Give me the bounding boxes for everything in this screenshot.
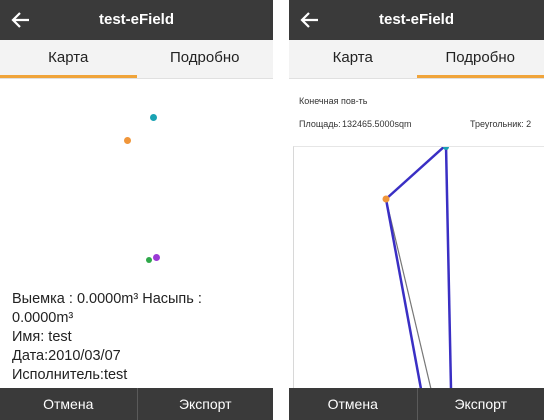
- tab-details[interactable]: Подробно: [137, 40, 274, 78]
- executor-text: Исполнитель:test: [12, 367, 128, 383]
- triangulation-svg: [382, 147, 453, 389]
- area-label: Площадь:: [299, 119, 341, 129]
- tab-map[interactable]: Карта: [0, 40, 137, 78]
- export-button[interactable]: Экспорт: [136, 388, 274, 420]
- page-title: test-eField: [98, 11, 174, 28]
- edge-right: [444, 147, 453, 389]
- triangle-label: Треугольник: 2: [470, 119, 532, 129]
- volume-text: Выемка : 0.0000m³ Насыпь : 0.0000m³: [12, 291, 202, 326]
- map-point-1: [150, 114, 157, 121]
- cancel-button[interactable]: Отмена: [0, 388, 137, 420]
- edge-gray: [385, 198, 432, 389]
- tab-map[interactable]: Карта: [289, 40, 417, 78]
- area-value: 132465.5000sqm: [342, 119, 412, 129]
- edge-left: [384, 198, 423, 389]
- tab-bar: Карта Подробно: [289, 40, 544, 79]
- export-button[interactable]: Экспорт: [416, 388, 544, 420]
- page-title: test-eField: [378, 11, 454, 28]
- left-screen: test-eField Карта Подробно Выемка : 0.00…: [0, 0, 273, 420]
- vertex-orange: [382, 195, 390, 203]
- app-bar: test-eField: [0, 0, 273, 40]
- field-info: Выемка : 0.0000m³ Насыпь : 0.0000m³ Имя:…: [12, 290, 265, 385]
- tab-bar: Карта Подробно: [0, 40, 273, 79]
- triangulation-map[interactable]: [293, 146, 544, 389]
- right-screen: test-eField Карта Подробно Конечная пов-…: [289, 0, 544, 420]
- cancel-button[interactable]: Отмена: [289, 388, 417, 420]
- tab-details[interactable]: Подробно: [416, 40, 544, 78]
- name-text: Имя: test: [12, 329, 72, 345]
- bottom-bar: Отмена Экспорт: [0, 388, 273, 420]
- app-bar: test-eField: [289, 0, 544, 40]
- surface-label: Конечная пов-ть: [299, 96, 368, 106]
- date-text: Дата:2010/03/07: [12, 348, 121, 364]
- vertex-teal: [443, 147, 449, 150]
- edge-top: [385, 147, 446, 200]
- map-point-4: [153, 254, 160, 261]
- map-point-2: [124, 137, 131, 144]
- map-point-3: [146, 257, 152, 263]
- bottom-bar: Отмена Экспорт: [289, 388, 544, 420]
